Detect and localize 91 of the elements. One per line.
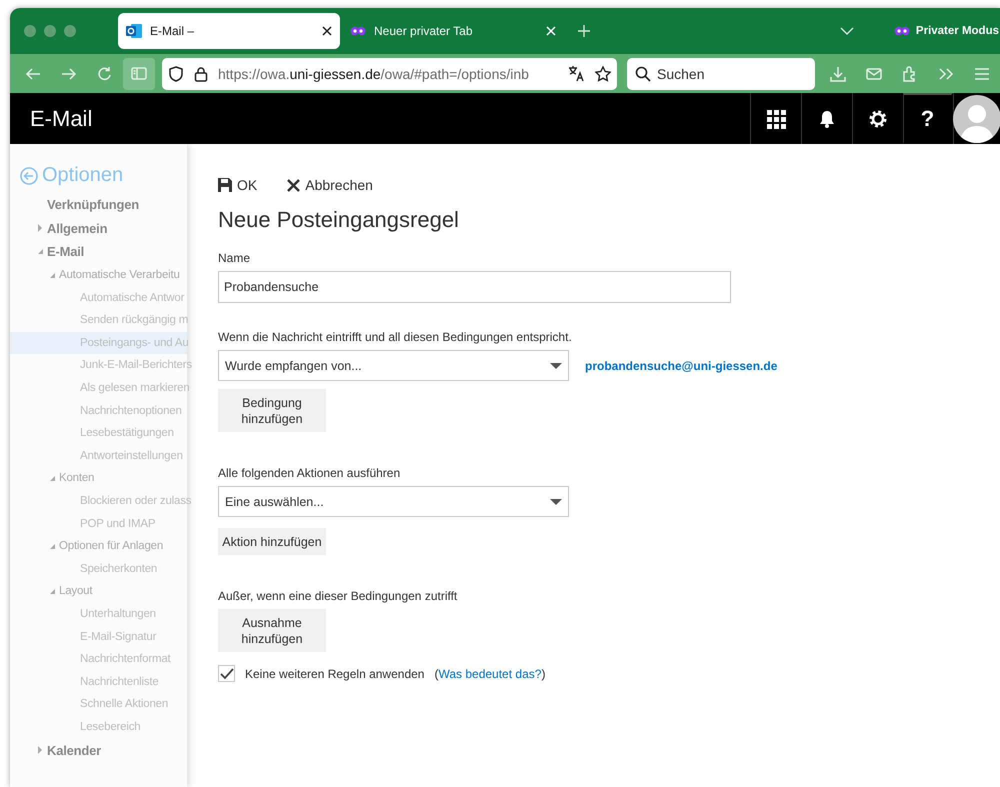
dropdown[interactable]: Eine auswählen... [218,486,569,517]
nav-item[interactable]: Als gelesen markieren [80,382,190,394]
nav-item[interactable]: Schnelle Aktionen [80,698,168,710]
translate-icon[interactable] [568,65,585,82]
expanded-arrow-icon[interactable] [50,476,55,481]
nav-item[interactable]: Nachrichtenformat [80,653,171,666]
help-link[interactable]: Was bedeutet das? [438,666,542,680]
paren: ( [434,666,438,680]
nav-item[interactable]: POP und IMAP [80,518,156,530]
ok-button[interactable]: OK [218,177,258,193]
nav-item[interactable]: Antworteinstellungen [80,450,183,462]
settings-icon[interactable] [868,108,888,128]
close-icon[interactable] [322,26,332,36]
nav-item[interactable]: Nachrichtenliste [80,676,159,688]
address-bar[interactable]: https://owa.uni-giessen.de/owa/#path=/options/inb [162,58,617,90]
window-control[interactable] [64,25,76,37]
section-label: Außer, wenn eine dieser Bedingungen zutrifft [218,589,458,603]
collapsed-arrow-icon[interactable] [38,224,42,232]
new-tab-icon[interactable] [578,25,590,37]
nav-item[interactable]: Senden rückgängig m [80,314,188,326]
menu-icon[interactable] [974,66,990,82]
private-mode-label: Privater Modus [916,25,999,37]
collapsed-arrow-icon[interactable] [38,746,42,754]
expanded-arrow-icon[interactable] [50,588,55,594]
window-control[interactable] [24,25,36,37]
nav-item[interactable]: Lesebestätigungen [80,427,174,440]
window-control[interactable] [44,25,56,37]
add-condition-button[interactable]: Bedingung hinzufügen [218,389,326,432]
download-icon[interactable] [830,66,846,82]
overflow-icon[interactable] [938,66,954,82]
check-icon [220,667,234,680]
browser-tab[interactable]: E-Mail – [118,13,340,49]
mail-app-icon [126,23,142,39]
dropdown[interactable]: Wurde empfangen von... [218,350,569,381]
save-icon [218,178,232,192]
nav-item[interactable]: Automatische Verarbeitu [59,269,180,282]
avatar-icon[interactable] [953,94,1000,142]
app-title: E-Mail [30,106,94,132]
dropdown-arrow-icon [550,498,562,504]
add-exception-button[interactable]: Ausnahme hinzufügen [218,609,326,652]
nav-item[interactable]: Lesebereich [80,720,140,733]
mask-icon [894,24,910,38]
options-title[interactable]: Optionen [42,164,124,187]
sender-link[interactable]: probandensuche@uni-giessen.de [585,358,778,372]
checkbox[interactable] [218,665,235,682]
close-icon [287,178,300,192]
nav-item[interactable]: Konten [59,472,94,484]
reload-icon[interactable] [97,66,113,82]
nav-item[interactable]: Blockieren oder zulass [80,495,192,508]
mail-icon[interactable] [866,66,882,82]
bell-icon[interactable] [817,108,837,128]
page-title: Neue Posteingangsregel [218,207,460,233]
expanded-arrow-icon[interactable] [38,249,43,254]
nav-item[interactable]: E-Mail [47,244,84,260]
section-label: Wenn die Nachricht eintrifft und all diesen Bedingungen entspricht. [218,330,573,344]
expanded-arrow-icon[interactable] [50,544,55,549]
nav-item[interactable]: Unterhaltungen [80,608,156,620]
nav-item[interactable]: Kalender [47,742,102,758]
nav-item[interactable]: Junk-E-Mail-Berichters [80,359,192,372]
nav-item[interactable]: Automatische Antwor [80,292,184,304]
nav-item[interactable]: Speicherkonten [80,562,158,575]
forward-icon[interactable] [61,66,77,82]
mask-icon [350,24,366,38]
sidebar-button[interactable] [123,58,155,90]
back-icon[interactable] [20,166,38,184]
nav-item[interactable]: Allgemein [47,220,108,236]
app-launcher-icon[interactable] [766,108,786,128]
search-field[interactable]: Suchen [627,58,815,90]
shield-icon [168,66,184,82]
nav-item[interactable]: E-Mail-Signatur [80,630,156,643]
nav-item[interactable]: Verknüpfungen [47,197,140,212]
sidebar-icon [131,66,147,81]
nav-item[interactable]: Nachrichtenoptionen [80,404,182,417]
url-text: https://owa.uni-giessen.de/owa/#path=/options/inb [218,66,530,82]
expanded-arrow-icon[interactable] [50,272,55,278]
chevron-down-icon[interactable] [840,27,854,35]
nav-item[interactable]: Optionen für Anlagen [59,540,164,552]
section-label: Alle folgenden Aktionen ausführen [218,466,402,480]
dropdown-arrow-icon [550,362,562,368]
add-action-button[interactable]: Aktion hinzufügen [218,528,326,555]
star-icon[interactable] [595,66,611,82]
cancel-button[interactable]: Abbrechen [287,177,373,193]
extension-icon[interactable] [902,66,918,82]
lock-icon [194,66,208,82]
browser-tab[interactable]: Neuer privater Tab [342,13,564,49]
nav-item[interactable]: Layout [59,585,92,598]
input-field[interactable]: Probandensuche [218,271,731,303]
paren: ) [541,666,546,680]
field-label: Name [218,251,252,265]
checkbox-label: Keine weiteren Regeln anwenden [245,666,424,680]
back-icon[interactable] [25,66,41,82]
